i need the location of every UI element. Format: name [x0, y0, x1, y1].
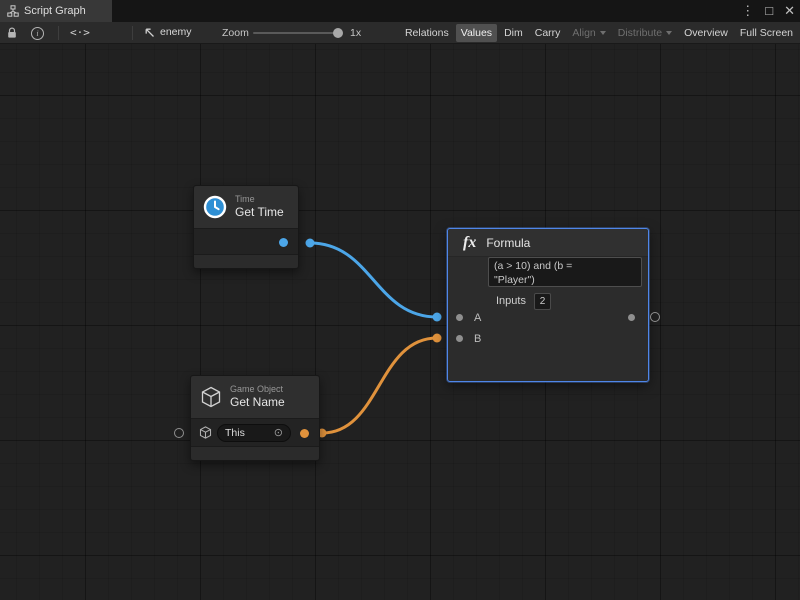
wire-endpoint-dot: [306, 239, 315, 248]
output-port-ring[interactable]: [650, 312, 660, 322]
dropdown-caret-icon: [666, 31, 672, 35]
button-label: Values: [461, 27, 492, 39]
button-label: Full Screen: [740, 27, 793, 39]
code-preview-icon[interactable]: <·>: [70, 26, 90, 39]
node-title: Get Time: [235, 205, 284, 220]
button-label: Overview: [684, 27, 728, 39]
maximize-icon[interactable]: □: [765, 0, 773, 22]
button-label: Relations: [405, 27, 449, 39]
graph-breadcrumb[interactable]: enemy: [143, 26, 192, 38]
node-get-time[interactable]: Time Get Time: [193, 185, 299, 269]
full-screen-button[interactable]: Full Screen: [735, 24, 798, 42]
toolbar-buttons: Relations Values Dim Carry Align Distrib…: [372, 22, 798, 44]
output-port-name[interactable]: [300, 429, 309, 438]
wire-endpoint-dot: [433, 334, 442, 343]
toolbar-divider: [58, 26, 59, 40]
node-formula[interactable]: fx Formula (a > 10) and (b = "Player") I…: [447, 228, 649, 382]
target-object-field[interactable]: This ⊙: [217, 424, 291, 442]
dropdown-caret-icon: [600, 31, 606, 35]
relations-button[interactable]: Relations: [400, 24, 454, 42]
output-port-result[interactable]: [628, 314, 635, 321]
node-get-name[interactable]: Game Object Get Name This ⊙: [190, 375, 320, 461]
button-label: Dim: [504, 27, 523, 39]
node-header[interactable]: Time Get Time: [194, 186, 298, 229]
tab-title: Script Graph: [24, 5, 86, 17]
distribute-button[interactable]: Distribute: [613, 24, 677, 42]
node-footer: [194, 255, 298, 268]
node-header[interactable]: Game Object Get Name: [191, 376, 319, 419]
button-label: Carry: [535, 27, 561, 39]
input-port-a[interactable]: [456, 314, 463, 321]
zoom-slider[interactable]: [253, 32, 343, 34]
button-label: Align: [572, 27, 595, 39]
dim-button[interactable]: Dim: [499, 24, 528, 42]
values-button[interactable]: Values: [456, 24, 497, 42]
expression-input[interactable]: (a > 10) and (b = "Player"): [488, 257, 642, 287]
output-port-time[interactable]: [279, 238, 288, 247]
clock-icon: [203, 195, 227, 219]
zoom-slider-thumb[interactable]: [333, 28, 343, 38]
info-glyph: i: [36, 29, 38, 38]
formula-fx-icon: fx: [463, 234, 476, 252]
close-icon[interactable]: ✕: [784, 0, 795, 22]
zoom-label: Zoom: [222, 27, 249, 39]
graph-name-label: enemy: [160, 26, 192, 38]
node-footer: [191, 447, 319, 460]
node-title: Formula: [486, 236, 530, 250]
node-category: Game Object: [230, 384, 285, 395]
zoom-value: 1x: [350, 27, 361, 39]
graph-toolbar: i <·> enemy Zoom 1x Relations Values Dim…: [0, 22, 800, 44]
input-port-ring[interactable]: [174, 428, 184, 438]
wire-gettime-to-formula-a[interactable]: [310, 243, 437, 317]
node-header[interactable]: fx Formula: [448, 229, 648, 257]
align-button[interactable]: Align: [567, 24, 610, 42]
input-port-b[interactable]: [456, 335, 463, 342]
inputs-count-field[interactable]: 2: [534, 293, 551, 310]
node-category: Time: [235, 194, 284, 205]
wire-getname-to-formula-b[interactable]: [322, 338, 437, 433]
inputs-label: Inputs: [496, 295, 526, 307]
expression-line: "Player"): [494, 273, 636, 287]
tab-script-graph[interactable]: Script Graph: [0, 0, 112, 22]
mini-cube-icon: [199, 426, 212, 439]
graph-canvas[interactable]: Time Get Time Game Object Get Name: [0, 44, 800, 600]
wire-endpoint-dot: [433, 313, 442, 322]
window-controls: ⋮ □ ✕: [741, 0, 795, 22]
port-row: This ⊙: [191, 419, 319, 447]
lock-icon[interactable]: [6, 27, 18, 39]
port-label-a: A: [474, 312, 481, 324]
object-picker-icon[interactable]: ⊙: [274, 428, 283, 439]
node-title: Get Name: [230, 395, 285, 410]
overview-button[interactable]: Overview: [679, 24, 733, 42]
info-icon[interactable]: i: [31, 27, 44, 40]
toolbar-divider: [132, 26, 133, 40]
game-object-cube-icon: [200, 386, 222, 408]
window-titlebar: Script Graph ⋮ □ ✕: [0, 0, 800, 22]
graph-pointer-icon: [143, 26, 155, 38]
target-object-value: This: [225, 427, 245, 439]
button-label: Distribute: [618, 27, 662, 39]
window-menu-icon[interactable]: ⋮: [741, 0, 754, 22]
script-graph-icon: [7, 5, 19, 17]
port-label-b: B: [474, 333, 481, 345]
expression-line: (a > 10) and (b =: [494, 259, 636, 273]
carry-button[interactable]: Carry: [530, 24, 566, 42]
port-row: [194, 229, 298, 255]
wires-layer: [0, 44, 800, 600]
